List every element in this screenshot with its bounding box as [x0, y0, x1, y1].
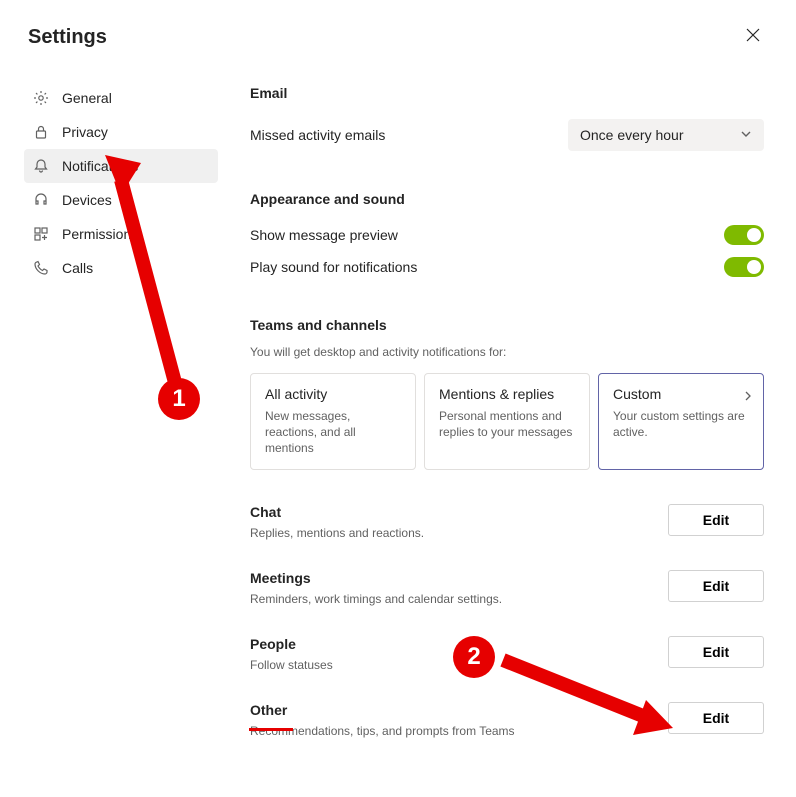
sidebar-item-label: Calls — [62, 260, 93, 276]
email-section: Email Missed activity emails Once every … — [250, 85, 764, 157]
bell-icon — [32, 157, 50, 175]
message-preview-toggle[interactable] — [724, 225, 764, 245]
sidebar-item-devices[interactable]: Devices — [24, 183, 218, 217]
settings-header: Settings — [0, 0, 796, 69]
card-desc: Personal mentions and replies to your me… — [439, 408, 575, 440]
card-custom[interactable]: Custom Your custom settings are active. — [598, 373, 764, 470]
phone-icon — [32, 259, 50, 277]
card-desc: Your custom settings are active. — [613, 408, 749, 440]
settings-content: Email Missed activity emails Once every … — [218, 69, 796, 788]
play-sound-toggle[interactable] — [724, 257, 764, 277]
sidebar-item-calls[interactable]: Calls — [24, 251, 218, 285]
settings-sidebar: General Privacy Notifications Devices Pe… — [0, 69, 218, 788]
sidebar-item-label: Notifications — [62, 158, 138, 174]
other-heading: Other — [250, 702, 515, 718]
card-mentions-replies[interactable]: Mentions & replies Personal mentions and… — [424, 373, 590, 470]
sidebar-item-label: General — [62, 90, 112, 106]
people-heading: People — [250, 636, 333, 652]
card-all-activity[interactable]: All activity New messages, reactions, an… — [250, 373, 416, 470]
people-section: People Follow statuses Edit — [250, 636, 764, 672]
play-sound-label: Play sound for notifications — [250, 259, 417, 275]
chat-section: Chat Replies, mentions and reactions. Ed… — [250, 504, 764, 540]
sidebar-item-label: Devices — [62, 192, 112, 208]
chat-desc: Replies, mentions and reactions. — [250, 526, 424, 540]
message-preview-label: Show message preview — [250, 227, 398, 243]
meetings-heading: Meetings — [250, 570, 502, 586]
other-edit-button[interactable]: Edit — [668, 702, 764, 734]
meetings-edit-button[interactable]: Edit — [668, 570, 764, 602]
meetings-desc: Reminders, work timings and calendar set… — [250, 592, 502, 606]
appearance-heading: Appearance and sound — [250, 191, 764, 207]
dropdown-value: Once every hour — [580, 127, 684, 143]
card-desc: New messages, reactions, and all mention… — [265, 408, 401, 457]
card-title: Custom — [613, 386, 749, 402]
teams-channels-cards: All activity New messages, reactions, an… — [250, 373, 764, 470]
teams-channels-subtext: You will get desktop and activity notifi… — [250, 345, 764, 359]
teams-channels-section: Teams and channels You will get desktop … — [250, 317, 764, 470]
missed-emails-label: Missed activity emails — [250, 127, 385, 143]
teams-channels-heading: Teams and channels — [250, 317, 764, 333]
page-title: Settings — [28, 26, 107, 49]
chevron-down-icon — [740, 127, 752, 143]
annotation-underline-other — [249, 728, 293, 731]
people-edit-button[interactable]: Edit — [668, 636, 764, 668]
sidebar-item-privacy[interactable]: Privacy — [24, 115, 218, 149]
meetings-section: Meetings Reminders, work timings and cal… — [250, 570, 764, 606]
email-heading: Email — [250, 85, 764, 101]
chat-edit-button[interactable]: Edit — [668, 504, 764, 536]
grid-icon — [32, 225, 50, 243]
close-icon — [746, 28, 760, 42]
annotation-badge-2: 2 — [453, 636, 495, 678]
people-desc: Follow statuses — [250, 658, 333, 672]
appearance-section: Appearance and sound Show message previe… — [250, 191, 764, 283]
lock-icon — [32, 123, 50, 141]
other-section: Other Recommendations, tips, and prompts… — [250, 702, 764, 738]
chevron-right-icon — [743, 388, 753, 406]
sidebar-item-general[interactable]: General — [24, 81, 218, 115]
missed-emails-dropdown[interactable]: Once every hour — [568, 119, 764, 151]
gear-icon — [32, 89, 50, 107]
sidebar-item-label: Privacy — [62, 124, 108, 140]
sidebar-item-notifications[interactable]: Notifications — [24, 149, 218, 183]
card-title: All activity — [265, 386, 401, 402]
headset-icon — [32, 191, 50, 209]
sidebar-item-permissions[interactable]: Permissions — [24, 217, 218, 251]
sidebar-item-label: Permissions — [62, 226, 138, 242]
card-title: Mentions & replies — [439, 386, 575, 402]
close-button[interactable] — [738, 24, 768, 51]
chat-heading: Chat — [250, 504, 424, 520]
annotation-badge-1: 1 — [158, 378, 200, 420]
